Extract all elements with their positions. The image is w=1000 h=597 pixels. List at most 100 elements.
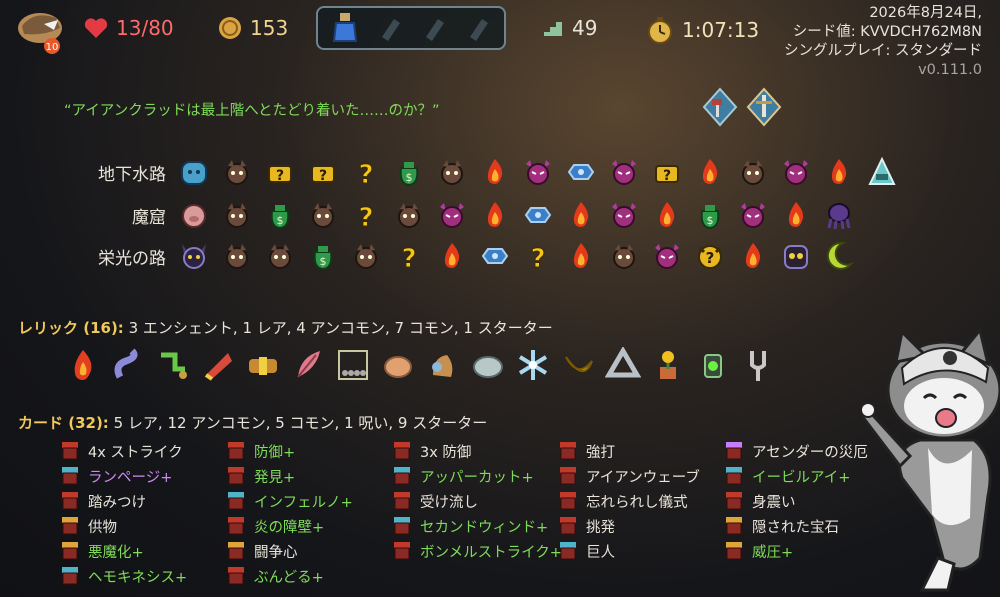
monster-node-icon[interactable] [348,238,384,274]
card-entry[interactable]: アイアンウェーブ [558,464,724,488]
monster-node-icon[interactable] [219,197,255,233]
potion-slot-2[interactable] [370,12,408,44]
feather-icon[interactable] [289,345,327,385]
rest-node-icon[interactable] [563,197,599,233]
unknown-node-icon[interactable]: ? [520,238,556,274]
card-entry[interactable]: ランページ+ [60,464,226,488]
hand-icon[interactable] [379,345,417,385]
merchant-node-icon[interactable]: $ [305,238,341,274]
empty-potion-slot-icon [470,19,488,41]
ancient-pig-node-icon[interactable] [176,197,212,233]
unknown-node-icon[interactable]: ? [391,238,427,274]
unknown-node-icon[interactable]: ? [348,197,384,233]
rest-node-icon[interactable] [778,197,814,233]
lantern-icon[interactable] [694,345,732,385]
card-entry[interactable]: 闘争心 [226,539,392,563]
card-entry[interactable]: 炎の障壁+ [226,514,392,538]
card-entry[interactable]: インフェルノ+ [226,489,392,513]
monster-node-icon[interactable] [262,238,298,274]
card-entry[interactable]: 発見+ [226,464,392,488]
tuning-fork-icon[interactable] [739,345,777,385]
monster-node-icon[interactable] [305,197,341,233]
potion-slot-4[interactable] [458,12,496,44]
hammer-shield-icon[interactable] [700,87,740,127]
card-entry[interactable]: ボンメルストライク+ [392,539,562,563]
unknown-demon-node-icon[interactable]: ? [692,238,728,274]
card-entry[interactable]: 受け流し [392,489,558,513]
elite-node-icon[interactable] [649,238,685,274]
rest-node-icon[interactable] [563,238,599,274]
sword-shield-icon[interactable] [744,87,784,127]
snake-icon[interactable] [109,345,147,385]
card-entry[interactable]: 強打 [558,439,724,463]
card-entry[interactable]: 供物 [60,514,226,538]
unknown-chest-node-icon[interactable]: ? [262,154,298,190]
card-entry[interactable]: 3x 防御 [392,439,558,463]
banana-icon[interactable] [559,345,597,385]
horn-icon[interactable] [199,345,237,385]
cat-mascot-icon [862,328,1000,592]
unknown-chest-node-icon[interactable]: ? [305,154,341,190]
elite-node-icon[interactable] [606,154,642,190]
burning-blood-icon[interactable] [64,345,102,385]
rest-node-icon[interactable] [649,197,685,233]
trefoil-icon[interactable] [604,345,642,385]
belt-icon[interactable] [244,345,282,385]
boss-moon-node-icon[interactable] [821,238,857,274]
elite-node-icon[interactable] [520,154,556,190]
ancient-node-icon[interactable] [176,154,212,190]
character-portrait[interactable]: 10 [14,6,66,54]
card-entry[interactable]: 踏みつけ [60,489,226,513]
card-entry[interactable]: 巨人 [558,539,724,563]
boss-squid-node-icon[interactable] [821,197,857,233]
elite-node-icon[interactable] [735,197,771,233]
monster-node-icon[interactable] [434,154,470,190]
card-entry[interactable]: アッパーカット+ [392,464,558,488]
ancient-demon-node-icon[interactable] [176,238,212,274]
monster-node-icon[interactable] [735,154,771,190]
rest-node-icon[interactable] [434,238,470,274]
snowflake-icon[interactable] [514,345,552,385]
card-entry[interactable]: 防御+ [226,439,392,463]
monster-node-icon[interactable] [219,238,255,274]
card-entry[interactable]: 4x ストライク [60,439,226,463]
card-entry[interactable]: ヘモキネシス+ [60,564,226,588]
newtons-cradle-icon[interactable] [334,345,372,385]
treasure-node-icon[interactable] [563,154,599,190]
merchant-node-icon[interactable]: $ [262,197,298,233]
flower-pot-icon[interactable] [649,345,687,385]
merchant-node-icon[interactable]: $ [391,154,427,190]
potion-slot-1[interactable] [326,12,364,44]
elite-node-icon[interactable] [778,154,814,190]
treasure-node-icon[interactable] [520,197,556,233]
unknown-chest-node-icon[interactable]: ? [649,154,685,190]
elite-node-icon[interactable] [606,197,642,233]
boss-cloak-node-icon[interactable] [864,154,900,190]
potion-slot-3[interactable] [414,12,452,44]
svg-text:?: ? [358,160,373,188]
card-entry[interactable]: 悪魔化+ [60,539,226,563]
bell-icon[interactable] [424,345,462,385]
card-entry[interactable]: 忘れられし儀式 [558,489,724,513]
card-entry[interactable]: 挑発 [558,514,724,538]
relics-summary: 3 エンシェント, 1 レア, 4 アンコモン, 7 コモン, 1 スターター [128,319,553,337]
floor-display: 49 [542,16,597,40]
rest-node-icon[interactable] [692,154,728,190]
card-entry[interactable]: ぶんどる+ [226,564,392,588]
monster-node-icon[interactable] [391,197,427,233]
boss-bot-node-icon[interactable] [778,238,814,274]
card-name: 受け流し [420,494,478,511]
monster-node-icon[interactable] [606,238,642,274]
rest-node-icon[interactable] [477,154,513,190]
stone-icon[interactable] [469,345,507,385]
rest-node-icon[interactable] [821,154,857,190]
rest-node-icon[interactable] [735,238,771,274]
merchant-node-icon[interactable]: $ [692,197,728,233]
pipe-icon[interactable] [154,345,192,385]
elite-node-icon[interactable] [434,197,470,233]
unknown-node-icon[interactable]: ? [348,154,384,190]
monster-node-icon[interactable] [219,154,255,190]
rest-node-icon[interactable] [477,197,513,233]
treasure-node-icon[interactable] [477,238,513,274]
card-entry[interactable]: セカンドウィンド+ [392,514,558,538]
